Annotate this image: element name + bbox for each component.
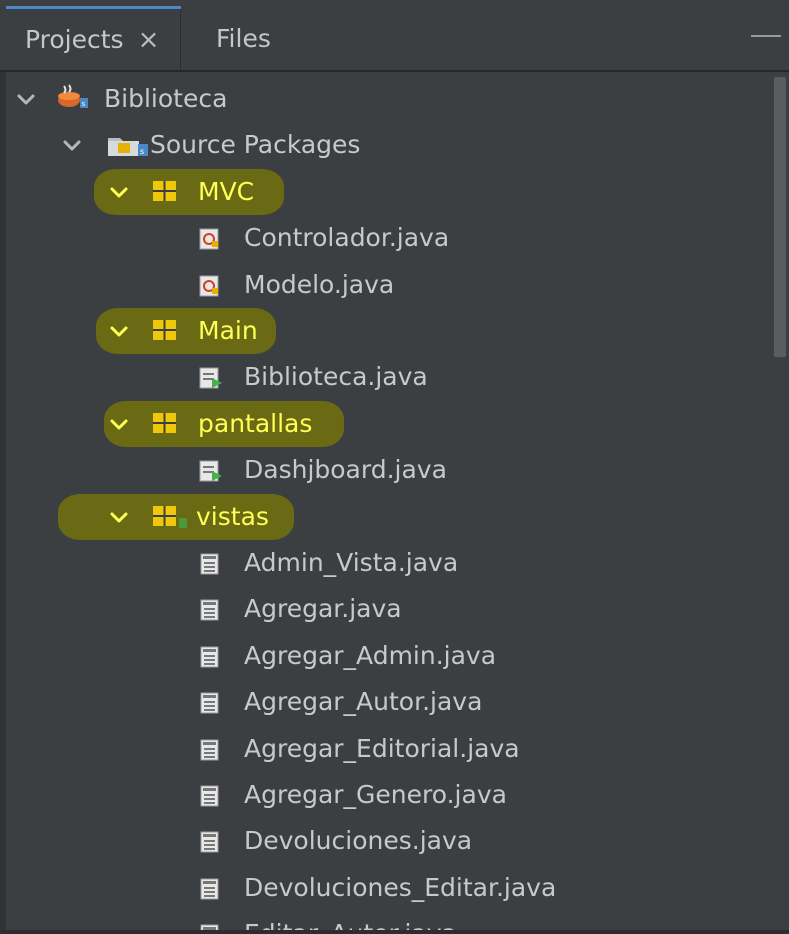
chevron-down-icon[interactable] bbox=[109, 183, 129, 203]
package-label: MVC bbox=[198, 176, 255, 206]
bottom-divider bbox=[0, 930, 789, 934]
node-label: Source Packages bbox=[150, 130, 361, 160]
tab-files[interactable]: Files bbox=[216, 6, 271, 70]
package-icon bbox=[152, 411, 178, 439]
chevron-down-icon[interactable] bbox=[16, 90, 36, 110]
package-icon bbox=[152, 179, 178, 207]
file-item[interactable]: Modelo.java bbox=[244, 270, 394, 299]
file-item[interactable]: Agregar_Genero.java bbox=[244, 780, 507, 809]
package-icon bbox=[152, 318, 178, 346]
package-label: vistas bbox=[196, 501, 269, 531]
projects-window: Projects × Files s Biblioteca s Source Pack… bbox=[0, 0, 789, 934]
java-project-icon: s bbox=[56, 84, 90, 114]
form-icon bbox=[198, 784, 222, 812]
scrollbar[interactable] bbox=[771, 72, 789, 934]
close-icon[interactable]: × bbox=[138, 25, 160, 55]
chevron-down-icon[interactable] bbox=[109, 508, 129, 528]
tab-projects[interactable]: Projects × bbox=[6, 6, 181, 70]
package-icon bbox=[152, 504, 192, 534]
form-icon bbox=[198, 877, 222, 905]
package-label: pantallas bbox=[198, 408, 313, 438]
chevron-down-icon[interactable] bbox=[109, 322, 129, 342]
file-item[interactable]: Biblioteca.java bbox=[244, 362, 428, 391]
chevron-down-icon[interactable] bbox=[109, 415, 129, 435]
scrollbar-thumb[interactable] bbox=[774, 77, 786, 357]
file-item[interactable]: Agregar_Editorial.java bbox=[244, 734, 520, 763]
file-item[interactable]: Agregar_Admin.java bbox=[244, 641, 496, 670]
file-item[interactable]: Admin_Vista.java bbox=[244, 548, 458, 577]
package-label: Main bbox=[198, 316, 258, 345]
file-item[interactable]: Controlador.java bbox=[244, 223, 449, 252]
form-icon bbox=[198, 691, 222, 719]
tab-files-label: Files bbox=[216, 23, 271, 53]
java-main-class-icon bbox=[198, 459, 224, 487]
file-item[interactable]: Agregar_Autor.java bbox=[244, 687, 482, 716]
svg-text:s: s bbox=[140, 147, 144, 156]
file-item[interactable]: Devoluciones_Editar.java bbox=[244, 873, 556, 902]
form-icon bbox=[198, 552, 222, 580]
file-item[interactable]: Dashjboard.java bbox=[244, 455, 447, 484]
form-icon bbox=[198, 738, 222, 766]
svg-text:s: s bbox=[82, 100, 86, 108]
file-item[interactable]: Devoluciones.java bbox=[244, 826, 472, 855]
tab-bar: Projects × Files bbox=[0, 0, 789, 72]
file-item[interactable]: Agregar.java bbox=[244, 594, 402, 623]
form-icon bbox=[198, 830, 222, 858]
tab-projects-label: Projects bbox=[25, 25, 124, 54]
form-icon bbox=[198, 645, 222, 673]
source-folder-icon: s bbox=[106, 132, 150, 162]
minimize-icon[interactable] bbox=[751, 35, 781, 37]
form-icon bbox=[198, 598, 222, 626]
node-label: Biblioteca bbox=[104, 84, 228, 113]
java-class-icon bbox=[198, 274, 222, 302]
java-class-icon bbox=[198, 227, 222, 255]
java-main-class-icon bbox=[198, 366, 224, 394]
chevron-down-icon[interactable] bbox=[62, 136, 82, 156]
project-tree[interactable]: s Biblioteca s Source Packages MVC Controlado… bbox=[6, 72, 771, 934]
